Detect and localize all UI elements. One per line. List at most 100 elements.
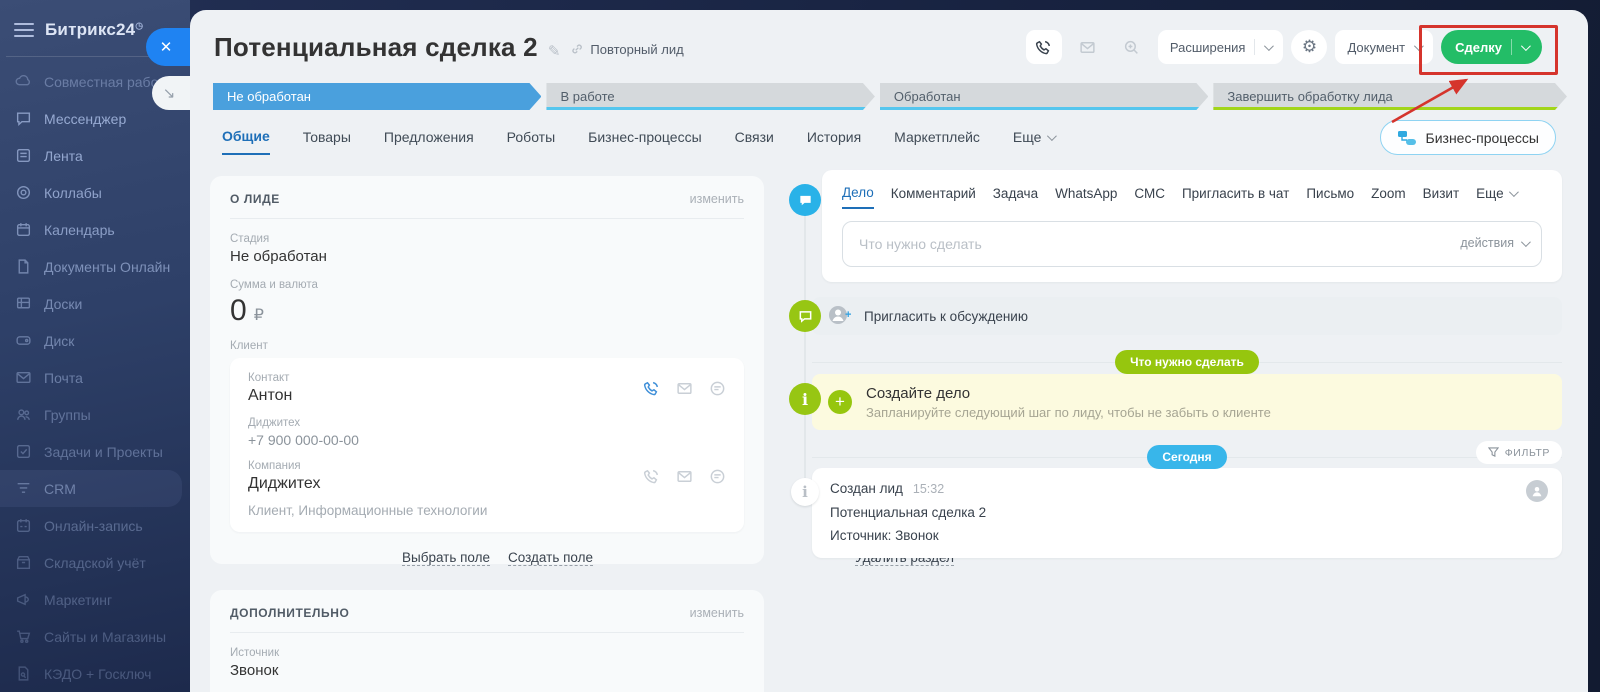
about-lead-section: О ЛИДЕ изменить Стадия Не обработан Сумм… [210,176,764,564]
sidebar-item-warehouse[interactable]: Складской учёт [0,544,190,581]
stage-in-progress[interactable]: В работе [546,83,874,110]
edit-additional-link[interactable]: изменить [690,606,744,620]
extensions-dropdown[interactable]: Расширения [1158,30,1284,64]
timeline-event-card[interactable]: Создан лид 15:32 Потенциальная сделка 2 … [812,468,1562,558]
document-dropdown[interactable]: Документ [1335,30,1433,64]
brand-logo[interactable]: Битрикс24◷ [45,20,143,40]
section-title: ДОПОЛНИТЕЛЬНО [230,606,349,620]
zoom-search-button[interactable] [1114,30,1150,64]
activity-tab-invite-chat[interactable]: Пригласить в чат [1182,186,1289,208]
edit-about-link[interactable]: изменить [690,192,744,206]
minimize-slider-button[interactable]: ↘ [152,76,190,110]
contact-name-link[interactable]: Антон [248,387,292,405]
activity-tab-comment[interactable]: Комментарий [891,186,976,208]
mail-icon [15,369,32,386]
sidebar-item-marketing[interactable]: Маркетинг [0,581,190,618]
close-slider-button[interactable]: ✕ [146,28,190,66]
sidebar-item-documents-online[interactable]: Документы Онлайн [0,248,190,285]
sidebar-item-groups[interactable]: Группы [0,396,190,433]
invite-discussion-row[interactable]: + Пригласить к обсуждению [812,297,1562,335]
tab-robots[interactable]: Роботы [507,128,555,155]
envelope-icon[interactable] [676,468,693,485]
phone-icon[interactable] [643,468,660,485]
chevron-down-icon [1509,187,1519,197]
sidebar-item-tasks[interactable]: Задачи и Проекты [0,433,190,470]
feed-icon [15,147,32,164]
stage-field-value[interactable]: Не обработан [230,248,744,265]
tab-products[interactable]: Товары [303,128,351,155]
tab-business-processes[interactable]: Бизнес-процессы [588,128,701,155]
messenger-icon[interactable] [709,380,726,397]
tab-history[interactable]: История [807,128,861,155]
tab-more[interactable]: Еще [1013,128,1055,155]
source-field-value[interactable]: Звонок [230,662,744,679]
today-pill[interactable]: Сегодня [1147,445,1226,469]
link-icon [570,42,584,56]
header-actions: Расширения ⚙ Документ Сделку [1026,30,1542,64]
filter-button[interactable]: ФИЛЬТР [1476,441,1562,464]
settings-button[interactable]: ⚙ [1291,30,1327,64]
email-button[interactable] [1070,30,1106,64]
activity-tab-letter[interactable]: Письмо [1306,186,1354,208]
megaphone-icon [15,591,32,608]
actions-dropdown[interactable]: действия [1460,236,1528,250]
activity-tab-more[interactable]: Еще [1476,186,1515,208]
additional-section: ДОПОЛНИТЕЛЬНО изменить Источник Звонок [210,590,764,692]
amount-field-value[interactable]: 0₽ [230,294,744,328]
cloud-icon [15,73,32,90]
sidebar-item-disk[interactable]: Диск [0,322,190,359]
minimize-arrow-icon: ↘ [163,84,176,102]
select-field-link[interactable]: Выбрать поле [402,550,490,566]
cart-icon [15,628,32,645]
svg-text:+: + [845,309,851,321]
call-button[interactable] [1026,30,1062,64]
messenger-icon[interactable] [709,468,726,485]
disk-icon [15,332,32,349]
activity-tab-visit[interactable]: Визит [1423,186,1459,208]
sidebar-item-online-booking[interactable]: Онлайн-запись [0,507,190,544]
stage-processed[interactable]: Обработан [880,83,1208,110]
tab-general[interactable]: Общие [222,128,270,155]
stage-finish-processing[interactable]: Завершить обработку лида [1213,83,1567,110]
company-type-text: Клиент, Информационные технологии [248,503,726,518]
envelope-icon[interactable] [676,380,693,397]
sidebar-item-mail[interactable]: Почта [0,359,190,396]
add-todo-button[interactable]: + [828,390,852,414]
people-icon [15,406,32,423]
todo-hint-pill[interactable]: Что нужно сделать [1115,350,1259,374]
tab-quotes[interactable]: Предложения [384,128,474,155]
sidebar-item-kedo[interactable]: КЭДО + Госключ [0,655,190,692]
timeline-discussion-icon [789,300,821,332]
envelope-icon [1079,39,1096,56]
edit-title-icon[interactable]: ✎ [548,42,561,60]
section-title: О ЛИДЕ [230,192,280,206]
sidebar-item-boards[interactable]: Доски [0,285,190,322]
sidebar-item-sites[interactable]: Сайты и Магазины [0,618,190,655]
contact-phone-value[interactable]: +7 900 000-00-00 [248,432,726,448]
company-name-link[interactable]: Диджитех [248,475,320,493]
event-line: Потенциальная сделка 2 [830,505,1544,520]
activity-tab-whatsapp[interactable]: WhatsApp [1055,186,1117,208]
menu-hamburger-icon[interactable] [14,23,34,37]
gear-icon: ⚙ [1302,37,1317,57]
create-deal-button[interactable]: Сделку [1441,30,1542,64]
sidebar-item-calendar[interactable]: Календарь [0,211,190,248]
activity-tab-todo[interactable]: Дело [842,185,874,209]
document-icon [15,258,32,275]
sidebar-item-crm[interactable]: CRM [0,470,182,507]
sidebar-item-collabs[interactable]: Коллабы [0,174,190,211]
business-processes-button[interactable]: Бизнес-процессы [1380,120,1556,155]
create-todo-title[interactable]: Создайте дело [866,385,1271,402]
activity-tab-zoom[interactable]: Zoom [1371,186,1406,208]
create-field-link[interactable]: Создать поле [508,550,593,566]
repeat-lead-chip[interactable]: Повторный лид [570,42,683,57]
box-icon [15,554,32,571]
activity-tab-sms[interactable]: СМС [1134,186,1165,208]
todo-input[interactable] [842,221,1542,267]
tab-marketplace[interactable]: Маркетплейс [894,128,980,155]
sidebar-item-feed[interactable]: Лента [0,137,190,174]
phone-icon[interactable] [643,380,660,397]
activity-tab-task[interactable]: Задача [993,186,1038,208]
tab-links[interactable]: Связи [735,128,774,155]
stage-not-processed[interactable]: Не обработан [213,83,541,110]
